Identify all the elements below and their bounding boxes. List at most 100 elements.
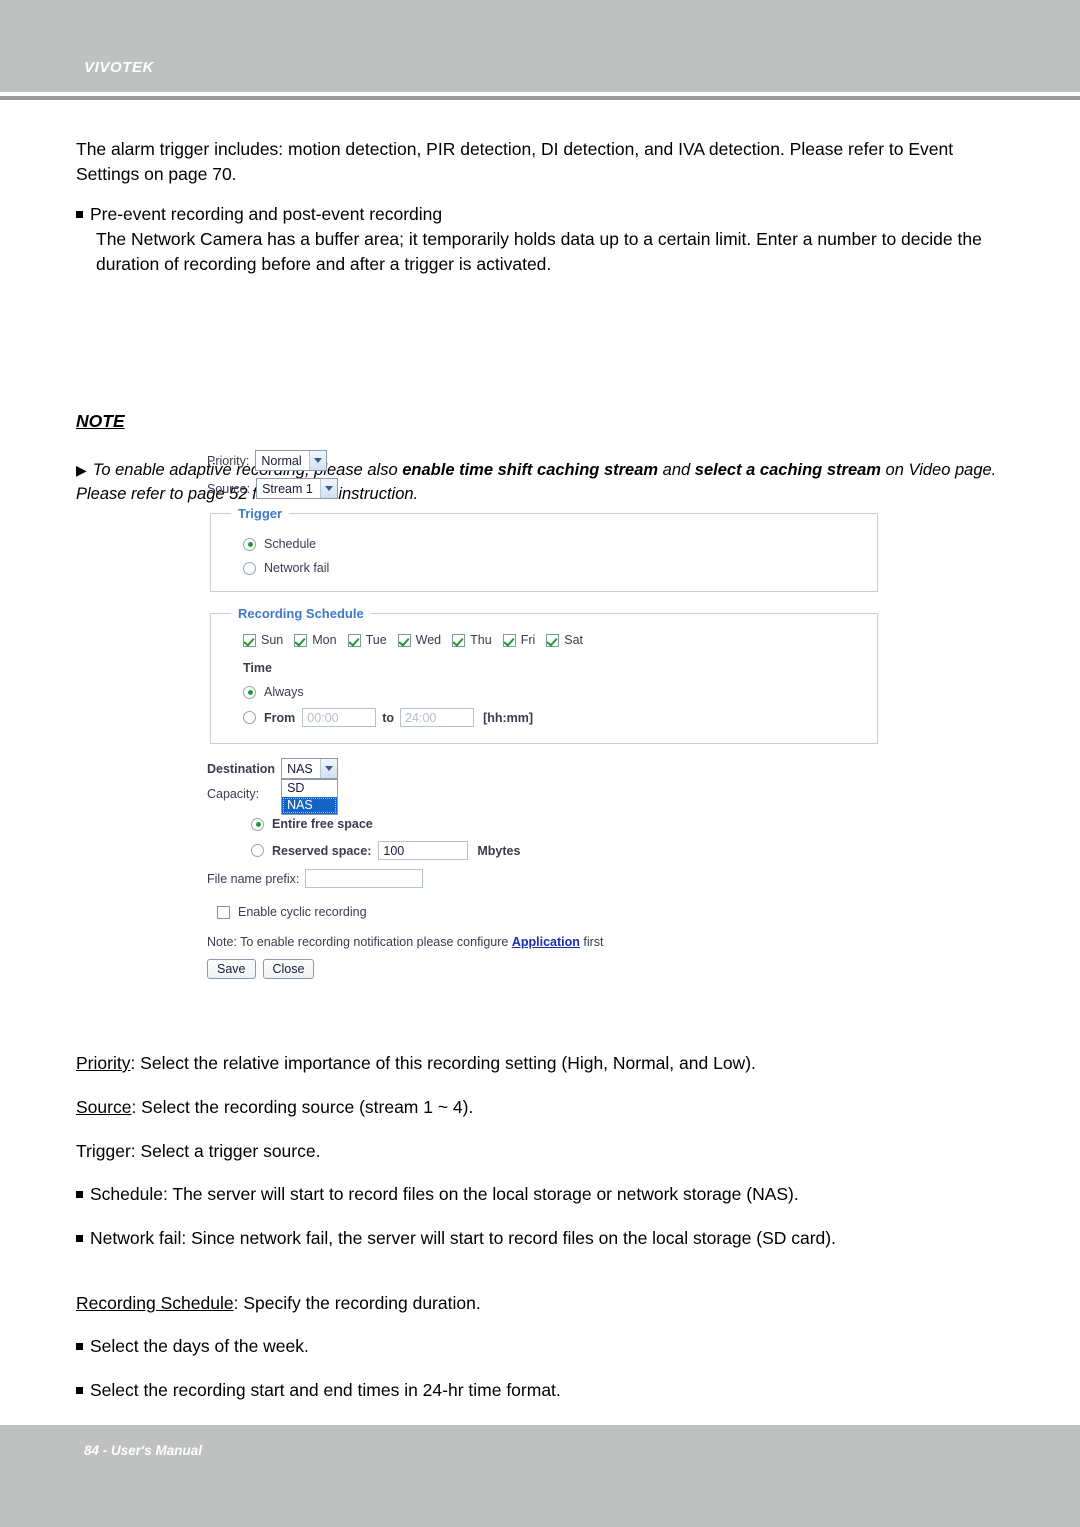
time-from-label: From [264, 710, 296, 725]
weekday-sun[interactable]: Sun [243, 633, 283, 647]
recording-schedule-legend: Recording Schedule [238, 606, 364, 621]
priority-row: Priority: Normal [207, 450, 897, 471]
priority-label: Priority: [207, 453, 250, 468]
capacity-option-entire[interactable]: Entire free space [251, 817, 897, 831]
source-term: Source [76, 1097, 132, 1117]
application-link[interactable]: Application [512, 935, 580, 949]
source-select[interactable]: Stream 1 [256, 478, 338, 499]
recording-schedule-description: Recording Schedule: Specify the recordin… [76, 1291, 1026, 1316]
weekday-tue-label: Tue [365, 633, 387, 647]
checkbox-thu-icon[interactable] [452, 633, 466, 647]
time-from-input[interactable] [302, 708, 377, 727]
cyclic-recording-row[interactable]: Enable cyclic recording [217, 905, 897, 919]
form-note: Note: To enable recording notification p… [207, 935, 897, 949]
preevent-body: The Network Camera has a buffer area; it… [96, 229, 982, 274]
weekday-thu-label: Thu [470, 633, 492, 647]
destination-select[interactable]: NAS [281, 758, 338, 779]
trigger-network-fail-label: Network fail [264, 561, 330, 575]
destination-option-nas[interactable]: NAS [282, 797, 337, 814]
form-note-suffix: first [579, 935, 604, 949]
file-prefix-row: File name prefix: [207, 869, 897, 888]
recording-settings-form: Priority: Normal Source: Stream 1 Trigge… [207, 450, 897, 979]
source-description: Source: Select the recording source (str… [76, 1095, 1026, 1120]
page-footer [0, 1425, 1080, 1527]
checkbox-tue-icon[interactable] [347, 633, 361, 647]
bullet-icon [76, 1387, 83, 1394]
trigger-legend: Trigger [238, 506, 283, 521]
destination-label: Destination [207, 761, 276, 776]
source-select-value: Stream 1 [262, 481, 313, 496]
bullet-icon [76, 1235, 83, 1242]
radio-schedule-icon[interactable] [243, 537, 256, 551]
brand-logo: VIVOTEK [84, 59, 155, 76]
trigger-schedule-label: Schedule [264, 537, 317, 551]
time-option-always[interactable]: Always [243, 685, 867, 699]
time-section-label: Time [243, 661, 272, 675]
form-note-prefix: Note: To enable recording notification p… [207, 935, 512, 949]
bullet-icon [76, 1343, 83, 1350]
checkbox-wed-icon[interactable] [397, 633, 411, 647]
header-divider [0, 96, 1080, 100]
checkbox-fri-icon[interactable] [502, 633, 516, 647]
network-fail-bullet: Network fail: Since network fail, the se… [76, 1226, 1026, 1251]
radio-from-icon[interactable] [243, 711, 256, 724]
capacity-option-reserved[interactable]: Reserved space: Mbytes [251, 841, 897, 860]
chevron-down-icon [319, 759, 337, 778]
preevent-title: Pre-event recording and post-event recor… [90, 204, 443, 224]
file-prefix-input[interactable] [305, 869, 424, 888]
reserved-space-input[interactable] [378, 841, 469, 860]
bullet-icon [76, 211, 83, 218]
close-button[interactable]: Close [262, 959, 315, 979]
time-format-hint: [hh:mm] [483, 710, 534, 725]
weekday-sat-label: Sat [564, 633, 584, 647]
time-option-range[interactable]: From to [hh:mm] [243, 708, 867, 727]
destination-dropdown-wrap: NAS SD NAS [281, 758, 338, 815]
form-button-row: Save Close [207, 959, 897, 979]
days-bullet-text: Select the days of the week. [90, 1336, 309, 1356]
priority-select[interactable]: Normal [255, 450, 327, 471]
capacity-label: Capacity: [207, 787, 260, 801]
radio-network-fail-icon[interactable] [243, 561, 256, 575]
recsched-term: Recording Schedule [76, 1293, 234, 1313]
weekday-mon[interactable]: Mon [294, 633, 337, 647]
priority-desc-text: : Select the relative importance of this… [130, 1053, 756, 1073]
checkbox-sat-icon[interactable] [546, 633, 560, 647]
times-bullet: Select the recording start and end times… [76, 1378, 1026, 1403]
checkbox-sun-icon[interactable] [243, 633, 256, 647]
radio-entire-free-space-icon[interactable] [251, 817, 264, 831]
priority-select-value: Normal [261, 453, 302, 468]
save-button[interactable]: Save [207, 959, 256, 979]
radio-always-icon[interactable] [243, 685, 256, 699]
days-bullet: Select the days of the week. [76, 1334, 1026, 1359]
chevron-down-icon [308, 451, 326, 470]
destination-dropdown-list: SD NAS [281, 779, 338, 815]
destination-option-sd[interactable]: SD [282, 780, 337, 797]
capacity-entire-label: Entire free space [272, 817, 373, 831]
destination-select-value: NAS [287, 761, 313, 776]
time-to-input[interactable] [400, 708, 475, 727]
radio-reserved-space-icon[interactable] [251, 844, 264, 857]
preevent-block: Pre-event recording and post-event recor… [76, 202, 1016, 277]
checkbox-mon-icon[interactable] [294, 633, 308, 647]
recsched-desc-text: : Specify the recording duration. [233, 1293, 481, 1313]
network-fail-bullet-text: Network fail: Since network fail, the se… [90, 1228, 836, 1248]
trigger-option-schedule[interactable]: Schedule [243, 537, 867, 551]
weekday-sat[interactable]: Sat [546, 633, 583, 647]
weekday-fri[interactable]: Fri [502, 633, 536, 647]
weekday-tue[interactable]: Tue [347, 633, 387, 647]
time-to-label: to [382, 710, 395, 725]
weekday-mon-label: Mon [312, 633, 337, 647]
trigger-option-network-fail[interactable]: Network fail [243, 561, 867, 575]
reserved-space-unit: Mbytes [477, 843, 521, 858]
page-header: VIVOTEK [0, 0, 1080, 92]
schedule-bullet-text: Schedule: The server will start to recor… [90, 1184, 799, 1204]
bullet-icon [76, 1191, 83, 1198]
triangle-icon: ▶ [76, 462, 87, 478]
trigger-fieldset: Trigger Schedule Network fail [210, 506, 878, 592]
weekday-fri-label: Fri [520, 633, 536, 647]
checkbox-cyclic-recording-icon[interactable] [217, 905, 230, 919]
weekday-checkbox-group: Sun Mon Tue Wed Thu Fri Sat [243, 633, 867, 647]
weekday-thu[interactable]: Thu [452, 633, 492, 647]
chevron-down-icon [319, 479, 337, 498]
weekday-wed[interactable]: Wed [397, 633, 441, 647]
